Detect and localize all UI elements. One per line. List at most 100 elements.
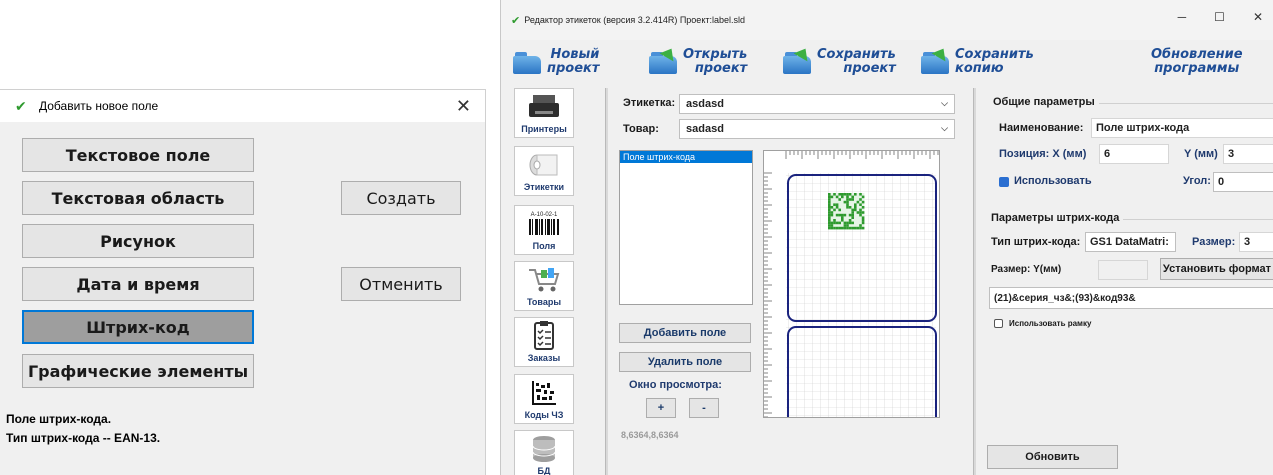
open-label-2: проект [694,61,748,76]
properties-panel: Общие параметры Наименование: Поле штрих… [979,88,1273,475]
barcode-icon [529,218,559,235]
cancel-button[interactable]: Отменить [341,267,461,301]
save-copy-label-2: копию [955,61,1004,76]
open-project-button[interactable]: Открыть проект [649,42,747,82]
new-label-1: Новый [550,47,600,62]
position-x-label: Позиция: X (мм) [999,148,1087,160]
close-icon[interactable]: ✕ [456,96,471,117]
product-select[interactable]: sadasd ⌵ [679,119,955,139]
update-label-1: Обновление [1151,47,1243,62]
angle-select[interactable]: 0 [1213,172,1273,192]
zoom-in-button[interactable]: + [646,398,676,418]
sidebar-item-orders[interactable]: Заказы [514,317,574,367]
list-item[interactable]: Поле штрих-кода [620,151,752,163]
save-copy-button[interactable]: Сохранить копию [921,42,1034,82]
preview-grid [764,151,939,417]
label-preview-canvas[interactable] [763,150,940,418]
angle-label: Угол: [1183,175,1211,187]
cart-icon [529,267,560,291]
open-folder-icon [649,44,679,76]
zoom-out-button[interactable]: - [689,398,719,418]
use-label: Использовать [1014,175,1092,187]
sidebar-item-labels[interactable]: Этикетки [514,146,574,196]
database-icon [532,435,556,462]
splitter[interactable] [605,88,608,475]
name-input[interactable]: Поле штрих-кода [1091,118,1273,138]
label-select-label: Этикетка: [623,97,676,109]
sidebar-label: Коды ЧЗ [524,410,564,420]
label-select-value: asdasd [686,98,724,110]
product-select-value: sadasd [686,123,724,135]
set-format-button[interactable]: Установить формат [1160,258,1273,280]
dialog-title: Добавить новое поле [39,99,159,113]
group-divider [1123,219,1273,220]
size-input[interactable]: 3 [1239,232,1273,252]
image-button[interactable]: Рисунок [22,224,254,258]
sidebar-label: Заказы [527,353,561,363]
cursor-coords: 8,6364,8,6364 [621,430,679,440]
barcode-type-select[interactable]: GS1 DataMatri: [1085,232,1176,252]
window-titlebar: ✔ Редактор этикеток (версия 3.2.414R) Пр… [501,0,1273,40]
x-input[interactable]: 6 [1099,144,1169,164]
splitter[interactable] [973,88,976,475]
maximize-icon[interactable]: ☐ [1214,10,1225,24]
y-input[interactable]: 3 [1223,144,1273,164]
update-program-button[interactable]: Обновление программы [1151,42,1243,82]
create-button[interactable]: Создать [341,181,461,215]
fields-list[interactable]: Поле штрих-кода [619,150,753,305]
sidebar-item-fields[interactable]: A-10-02-1 Поля [514,205,574,255]
format-input[interactable]: (21)&серия_чз&;(93)&код93& [989,287,1273,309]
angle-value: 0 [1218,176,1225,188]
text-area-button[interactable]: Текстовая область [22,181,254,215]
datamatrix-icon [532,380,556,405]
barcode-type-value: GS1 DataMatri: [1090,236,1169,248]
preview-window-label: Окно просмотра: [629,379,722,391]
sidebar: Принтеры Этикетки A-10-02-1 Поля Товары … [511,88,601,475]
window-title: Редактор этикеток (версия 3.2.414R) Прое… [524,15,745,25]
sidebar-item-printers[interactable]: Принтеры [514,88,574,138]
sidebar-item-database[interactable]: БД [514,430,574,475]
label-select[interactable]: asdasd ⌵ [679,94,955,114]
barcode-params-title: Параметры штрих-кода [991,212,1120,224]
use-frame-label: Использовать рамку [1009,319,1092,328]
close-icon[interactable]: ✕ [1253,10,1263,24]
printer-icon [529,94,559,117]
sidebar-label: БД [537,466,551,475]
new-label-2: проект [547,61,600,76]
general-params-title: Общие параметры [993,96,1095,108]
app-check-icon: ✔ [511,14,521,27]
use-frame-checkbox[interactable] [994,319,1003,328]
app-check-icon: ✔ [15,97,27,114]
save-copy-icon [921,44,951,76]
toolbar: Новый проект Открыть проект Сохранить проек… [501,40,1273,84]
group-divider [1099,103,1273,104]
size-label: Размер: [1192,236,1236,248]
barcode-type-label: Тип штрих-кода: [991,236,1081,248]
y-label: Y (мм) [1184,148,1218,160]
sidebar-label: Товары [526,297,562,307]
barcode-button[interactable]: Штрих-код [22,310,254,344]
update-label-2: программы [1154,61,1240,76]
size-y-input[interactable] [1098,260,1148,280]
refresh-button[interactable]: Обновить [987,445,1118,469]
info-line-2: Тип штрих-кода -- EAN-13. [6,431,161,445]
chevron-down-icon: ⌵ [941,123,948,133]
sidebar-item-codes[interactable]: Коды ЧЗ [514,374,574,424]
save-label-1: Сохранить [817,47,896,62]
add-field-button[interactable]: Добавить поле [619,323,751,343]
text-field-button[interactable]: Текстовое поле [22,138,254,172]
sidebar-label: Поля [532,241,556,251]
save-project-button[interactable]: Сохранить проект [783,42,896,82]
product-select-label: Товар: [623,123,659,135]
new-project-button[interactable]: Новый проект [513,42,599,82]
remove-field-button[interactable]: Удалить поле [619,352,751,372]
sidebar-item-products[interactable]: Товары [514,261,574,311]
save-folder-icon [783,44,813,76]
date-time-button[interactable]: Дата и время [22,267,254,301]
use-checkbox[interactable] [999,177,1009,187]
open-label-1: Открыть [683,47,748,62]
graphic-elements-button[interactable]: Графические элементы [22,354,254,388]
info-line-1: Поле штрих-кода. [6,412,112,426]
minimize-icon[interactable]: ─ [1178,10,1187,24]
datamatrix-preview [828,193,865,230]
